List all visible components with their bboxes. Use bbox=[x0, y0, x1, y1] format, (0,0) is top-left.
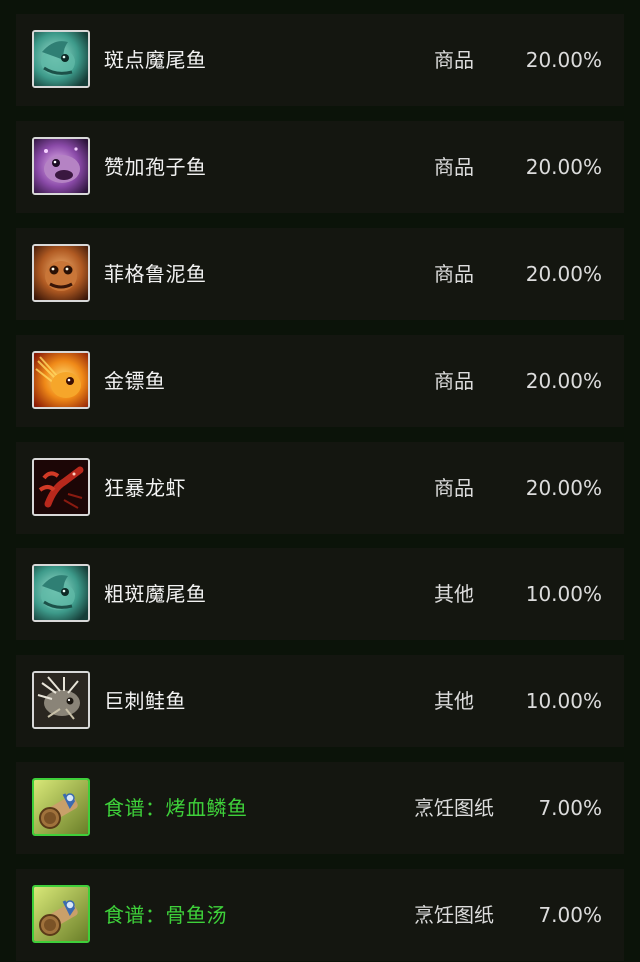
item-type: 商品 bbox=[434, 155, 474, 179]
list-item[interactable]: 粗斑魔尾鱼 其他 10.00% bbox=[16, 548, 624, 640]
item-name: 粗斑魔尾鱼 bbox=[104, 582, 207, 606]
spiny-fish-icon bbox=[32, 671, 90, 729]
list-item[interactable]: 食谱：烤血鳞鱼 烹饪图纸 7.00% bbox=[16, 762, 624, 854]
item-type: 商品 bbox=[434, 476, 474, 500]
item-name: 菲格鲁泥鱼 bbox=[104, 262, 207, 286]
item-name: 食谱：烤血鳞鱼 bbox=[104, 796, 248, 820]
item-type: 烹饪图纸 bbox=[414, 903, 494, 927]
item-name: 赞加孢子鱼 bbox=[104, 155, 207, 179]
recipe-scroll-icon bbox=[32, 885, 90, 943]
list-item[interactable]: 赞加孢子鱼 商品 20.00% bbox=[16, 121, 624, 213]
item-name: 金镖鱼 bbox=[104, 369, 166, 393]
spotted-fish-icon bbox=[32, 564, 90, 622]
item-type: 商品 bbox=[434, 262, 474, 286]
item-name: 斑点魔尾鱼 bbox=[104, 48, 207, 72]
drop-chance: 7.00% bbox=[538, 796, 602, 820]
list-item[interactable]: 食谱：骨鱼汤 烹饪图纸 7.00% bbox=[16, 869, 624, 961]
item-name: 食谱：骨鱼汤 bbox=[104, 903, 227, 927]
drop-chance: 20.00% bbox=[525, 48, 602, 72]
drop-chance: 10.00% bbox=[525, 582, 602, 606]
item-type: 商品 bbox=[434, 48, 474, 72]
item-name: 巨刺鲑鱼 bbox=[104, 689, 186, 713]
item-type: 其他 bbox=[434, 582, 474, 606]
drop-chance: 20.00% bbox=[525, 262, 602, 286]
drop-chance: 20.00% bbox=[525, 155, 602, 179]
golden-dart-fish-icon bbox=[32, 351, 90, 409]
mud-fish-icon bbox=[32, 244, 90, 302]
list-item[interactable]: 菲格鲁泥鱼 商品 20.00% bbox=[16, 228, 624, 320]
loot-list: 斑点魔尾鱼 商品 20.00% 赞加孢子鱼 商品 20.00% 菲格鲁泥鱼 商品… bbox=[0, 0, 640, 962]
item-type: 其他 bbox=[434, 689, 474, 713]
list-item[interactable]: 斑点魔尾鱼 商品 20.00% bbox=[16, 14, 624, 106]
item-type: 商品 bbox=[434, 369, 474, 393]
item-name: 狂暴龙虾 bbox=[104, 476, 186, 500]
list-item[interactable]: 巨刺鲑鱼 其他 10.00% bbox=[16, 655, 624, 747]
drop-chance: 7.00% bbox=[538, 903, 602, 927]
spore-fish-icon bbox=[32, 137, 90, 195]
list-item[interactable]: 金镖鱼 商品 20.00% bbox=[16, 335, 624, 427]
drop-chance: 20.00% bbox=[525, 369, 602, 393]
recipe-scroll-icon bbox=[32, 778, 90, 836]
spotted-fish-icon bbox=[32, 30, 90, 88]
drop-chance: 10.00% bbox=[525, 689, 602, 713]
drop-chance: 20.00% bbox=[525, 476, 602, 500]
list-item[interactable]: 狂暴龙虾 商品 20.00% bbox=[16, 442, 624, 534]
item-type: 烹饪图纸 bbox=[414, 796, 494, 820]
lobster-icon bbox=[32, 458, 90, 516]
